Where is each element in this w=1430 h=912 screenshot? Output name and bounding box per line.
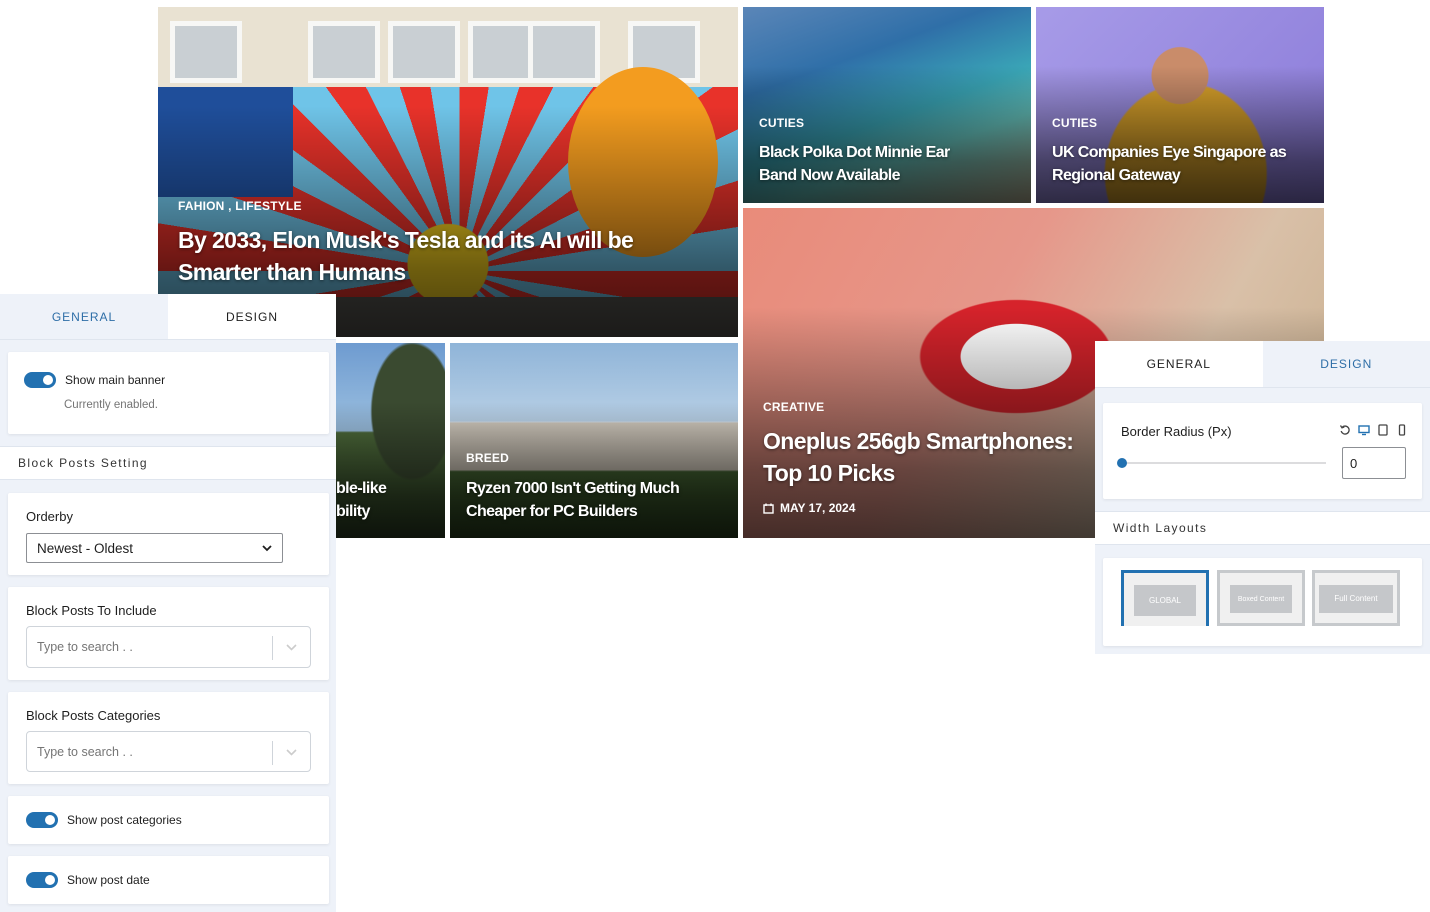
post-title[interactable]: By 2033, Elon Musk's Tesla and its AI wi… xyxy=(178,224,658,288)
news-tile-girl[interactable]: CUTIES UK Companies Eye Singapore as Reg… xyxy=(1036,7,1324,203)
post-category[interactable]: CREATIVE xyxy=(763,400,824,414)
border-radius-slider-track[interactable] xyxy=(1121,462,1326,464)
panel-tabs: GENERAL DESIGN xyxy=(0,294,336,340)
post-title[interactable]: Oneplus 256gb Smartphones: Top 10 Picks xyxy=(763,425,1103,489)
post-date: MAY 17, 2024 xyxy=(763,501,855,515)
news-tile-beach[interactable]: CUTIES Black Polka Dot Minnie Ear Band N… xyxy=(743,7,1031,203)
post-categories: FAHION , LIFESTYLE xyxy=(178,199,302,213)
layout-option-full[interactable]: Full Content xyxy=(1312,570,1400,626)
tab-general[interactable]: GENERAL xyxy=(1095,341,1263,387)
post-title-line: ble-like xyxy=(336,480,387,497)
desktop-icon[interactable] xyxy=(1358,424,1370,436)
show-date-toggle[interactable] xyxy=(26,872,58,888)
post-categories-label: Block Posts Categories xyxy=(26,708,161,723)
layout-option-global[interactable]: GLOBAL xyxy=(1121,570,1209,626)
reset-icon[interactable] xyxy=(1339,424,1351,436)
include-posts-placeholder: Type to search . . xyxy=(37,640,133,654)
layout-option-label: GLOBAL xyxy=(1134,585,1196,616)
border-radius-number-input[interactable] xyxy=(1342,447,1406,479)
include-posts-search-input[interactable]: Type to search . . xyxy=(26,626,311,668)
main-banner-toggle[interactable] xyxy=(24,372,56,388)
window-shape xyxy=(528,21,600,83)
width-layouts-card: GLOBAL Boxed Content Full Content xyxy=(1103,558,1422,646)
tab-design[interactable]: DESIGN xyxy=(1262,341,1430,387)
orderby-label: Orderby xyxy=(26,509,73,524)
layout-option-label: Boxed Content xyxy=(1230,585,1292,613)
chevron-down-icon[interactable] xyxy=(285,747,298,759)
main-banner-card: Show main banner Currently enabled. xyxy=(8,352,329,434)
post-title[interactable]: Black Polka Dot Minnie Ear Band Now Avai… xyxy=(759,141,979,187)
main-banner-label: Show main banner xyxy=(65,373,166,387)
window-shape xyxy=(308,21,380,83)
panel-tabs: GENERAL DESIGN xyxy=(1095,341,1430,388)
main-banner-status: Currently enabled. xyxy=(64,399,158,411)
calendar-icon xyxy=(763,503,774,514)
post-categories-placeholder: Type to search . . xyxy=(37,744,133,759)
news-tile-castle[interactable]: BREED Ryzen 7000 Isn't Getting Much Chea… xyxy=(450,343,738,538)
show-categories-card: Show post categories xyxy=(8,796,329,844)
show-date-label: Show post date xyxy=(67,873,150,887)
combo-separator xyxy=(272,636,273,660)
include-posts-card: Block Posts To Include Type to search . … xyxy=(8,587,329,680)
tab-design[interactable]: DESIGN xyxy=(168,294,336,339)
post-title[interactable]: UK Companies Eye Singapore as Regional G… xyxy=(1052,141,1292,187)
category-separator: , xyxy=(228,199,232,213)
post-category[interactable]: BREED xyxy=(466,451,509,465)
responsive-controls xyxy=(1339,424,1408,436)
design-settings-panel: GENERAL DESIGN Border Radius (Px) Width … xyxy=(1095,341,1430,654)
post-categories-card: Block Posts Categories Type to search . … xyxy=(8,692,329,784)
post-category[interactable]: CUTIES xyxy=(759,116,804,130)
mobile-icon[interactable] xyxy=(1396,424,1408,436)
section-heading: Block Posts Setting xyxy=(0,446,336,480)
tab-general[interactable]: GENERAL xyxy=(0,294,168,339)
category-link[interactable]: FAHION xyxy=(178,199,225,213)
block-settings-panel: GENERAL DESIGN Show main banner Currentl… xyxy=(0,294,336,912)
border-radius-label: Border Radius (Px) xyxy=(1121,424,1232,439)
post-date-text: MAY 17, 2024 xyxy=(780,501,856,515)
border-radius-slider-thumb[interactable] xyxy=(1117,458,1127,468)
combo-separator xyxy=(272,741,273,765)
post-category[interactable]: CUTIES xyxy=(1052,116,1097,130)
post-categories-search-input[interactable]: Type to search . . xyxy=(26,731,311,772)
window-shape xyxy=(170,21,242,83)
chevron-down-icon xyxy=(262,545,272,552)
window-shape xyxy=(388,21,460,83)
post-title[interactable]: Ryzen 7000 Isn't Getting Much Cheaper fo… xyxy=(466,477,716,523)
tablet-icon[interactable] xyxy=(1377,424,1389,436)
post-title-line: bility xyxy=(336,503,370,520)
show-categories-toggle[interactable] xyxy=(26,812,58,828)
include-posts-label: Block Posts To Include xyxy=(26,603,157,618)
chevron-down-icon[interactable] xyxy=(285,642,298,654)
show-date-card: Show post date xyxy=(8,856,329,904)
news-tile-tree[interactable]: ble-like bility xyxy=(336,343,445,538)
border-radius-card: Border Radius (Px) xyxy=(1103,403,1422,499)
layout-option-label: Full Content xyxy=(1319,585,1393,613)
show-categories-label: Show post categories xyxy=(67,813,182,827)
orderby-select[interactable]: Newest - Oldest xyxy=(26,533,283,563)
news-tile-main[interactable]: FAHION , LIFESTYLE By 2033, Elon Musk's … xyxy=(158,7,738,337)
orderby-value: Newest - Oldest xyxy=(37,540,134,556)
section-heading: Width Layouts xyxy=(1095,511,1430,545)
category-link[interactable]: LIFESTYLE xyxy=(235,199,301,213)
post-title-partial[interactable]: ble-like bility xyxy=(336,477,387,523)
orderby-card: Orderby Newest - Oldest xyxy=(8,493,329,575)
layout-option-boxed[interactable]: Boxed Content xyxy=(1217,570,1305,626)
